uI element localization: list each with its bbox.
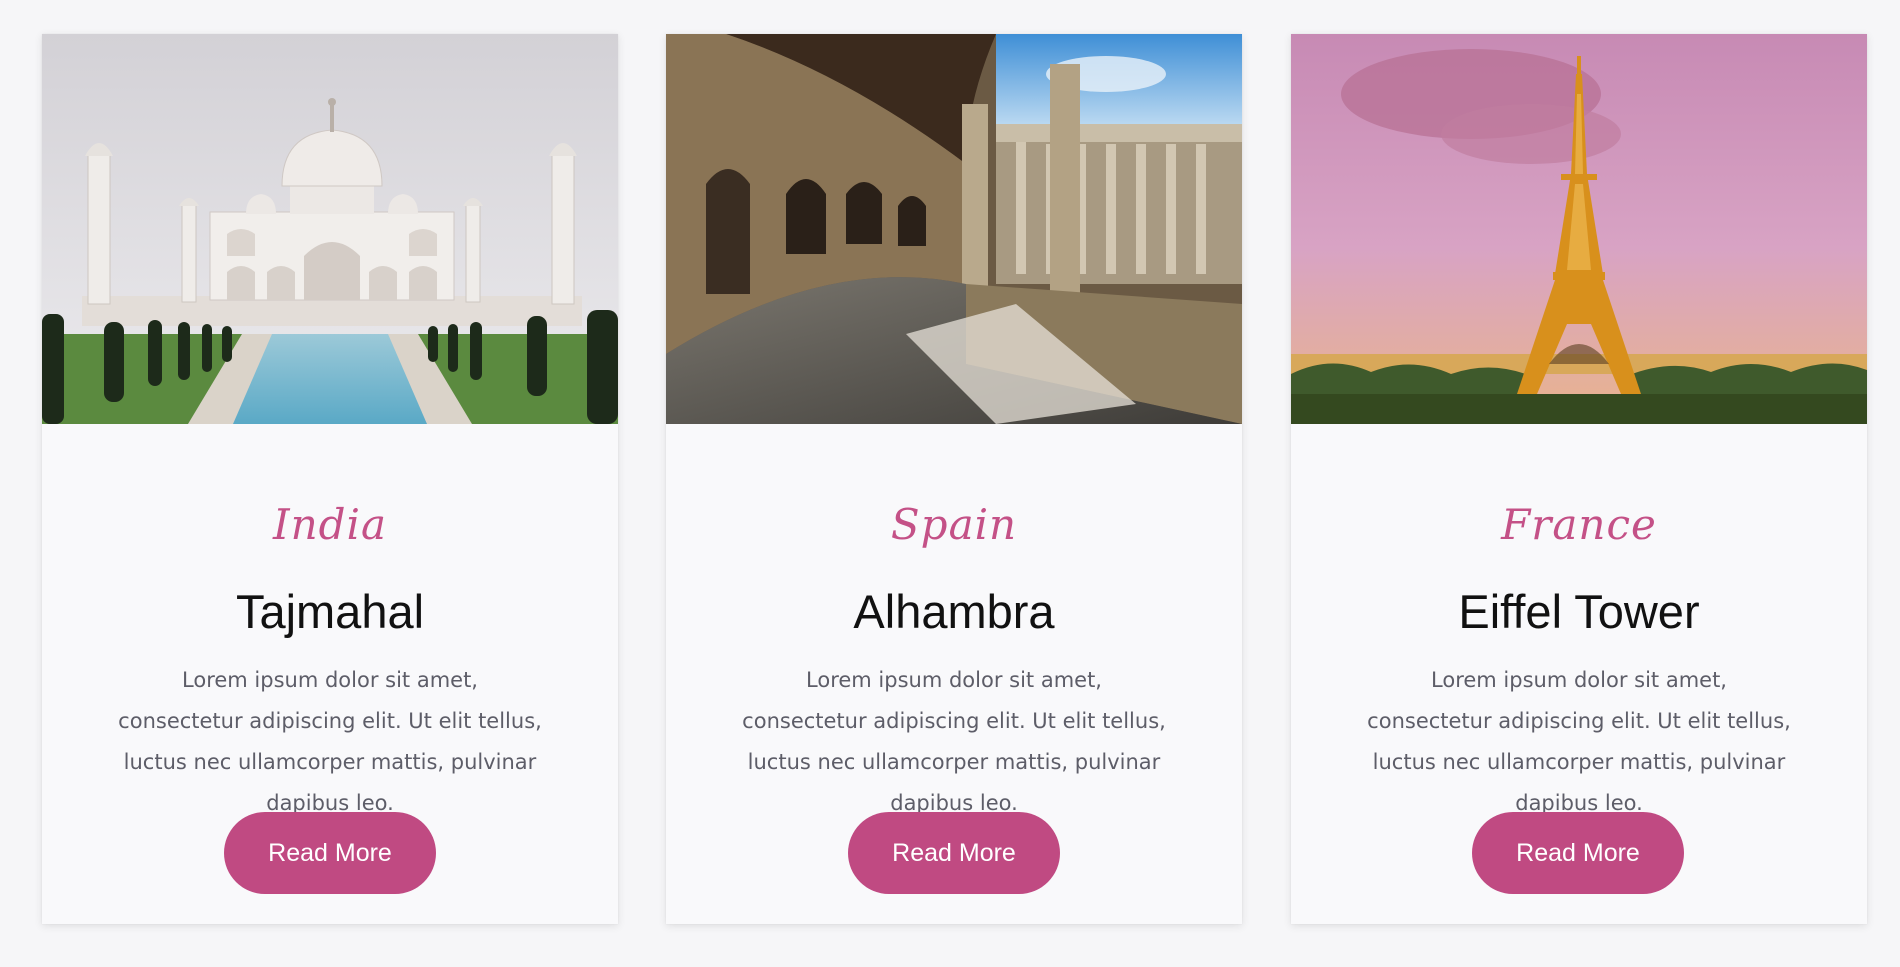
destination-cards: India Tajmahal Lorem ipsum dolor sit ame… <box>0 0 1900 967</box>
card-title: Tajmahal <box>235 585 425 638</box>
card-description: Lorem ipsum dolor sit amet, consectetur … <box>742 668 1166 815</box>
card-title: Alhambra <box>853 585 1055 638</box>
card-country: France <box>1501 500 1657 549</box>
destination-card-alhambra: Spain Alhambra Lorem ipsum dolor sit ame… <box>666 34 1242 924</box>
destination-card-tajmahal: India Tajmahal Lorem ipsum dolor sit ame… <box>42 34 618 924</box>
destination-card-eiffel-tower: France Eiffel Tower Lorem ipsum dolor si… <box>1291 34 1867 924</box>
card-country: India <box>273 500 387 549</box>
card-country: Spain <box>890 500 1018 549</box>
alhambra-photo <box>666 34 1242 424</box>
read-more-button[interactable]: Read More <box>224 812 436 894</box>
card-title: Eiffel Tower <box>1458 585 1700 638</box>
card-description: Lorem ipsum dolor sit amet, consectetur … <box>1367 668 1791 815</box>
read-more-button[interactable]: Read More <box>848 812 1060 894</box>
card-description: Lorem ipsum dolor sit amet, consectetur … <box>118 668 542 815</box>
read-more-button[interactable]: Read More <box>1472 812 1684 894</box>
tajmahal-photo <box>42 34 618 424</box>
eiffel-tower-photo <box>1291 34 1867 424</box>
